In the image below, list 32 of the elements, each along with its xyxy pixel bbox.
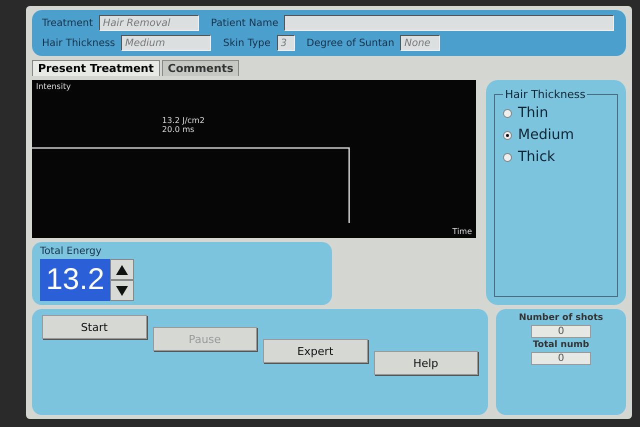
field-label: Treatment [42,18,93,28]
energy-value[interactable]: 13.2 [40,259,110,301]
duration-readout: 20.0 ms [162,125,194,134]
action-button[interactable]: Expert [263,339,368,363]
counter-value: 0 [531,325,591,338]
down-triangle-icon [116,286,128,296]
radio-option[interactable]: Medium [503,127,609,143]
decrease-button[interactable] [110,280,134,301]
field-label: Degree of Suntan [306,38,394,48]
energy-label: Total Energy [40,246,103,257]
field-label: Patient Name [210,18,278,28]
action-button[interactable]: Help [374,351,478,375]
group-title: Hair Thickness [504,88,586,101]
counter-label: Total numb [532,340,590,350]
counter-label: Number of shots [518,313,604,323]
tab[interactable]: Comments [162,60,240,76]
axis-label: Intensity [36,82,71,91]
radio-option[interactable]: Thick [503,149,609,165]
radio-button[interactable] [503,108,512,118]
field-label: Skin Type [223,38,271,48]
tab[interactable]: Present Treatment [32,60,160,76]
action-button[interactable]: Start [42,315,146,339]
radio-button[interactable] [503,152,512,162]
up-triangle-icon [116,264,128,274]
energy-readout: 13.2 J/cm2 [162,116,205,125]
field-label: Hair Thickness [42,38,116,48]
axis-label: Time [452,227,472,236]
text-field[interactable] [284,15,614,31]
radio-option[interactable]: Thin [503,105,609,121]
increase-button[interactable] [110,259,134,280]
counter-value: 0 [531,352,591,365]
radio-button[interactable] [503,130,512,140]
